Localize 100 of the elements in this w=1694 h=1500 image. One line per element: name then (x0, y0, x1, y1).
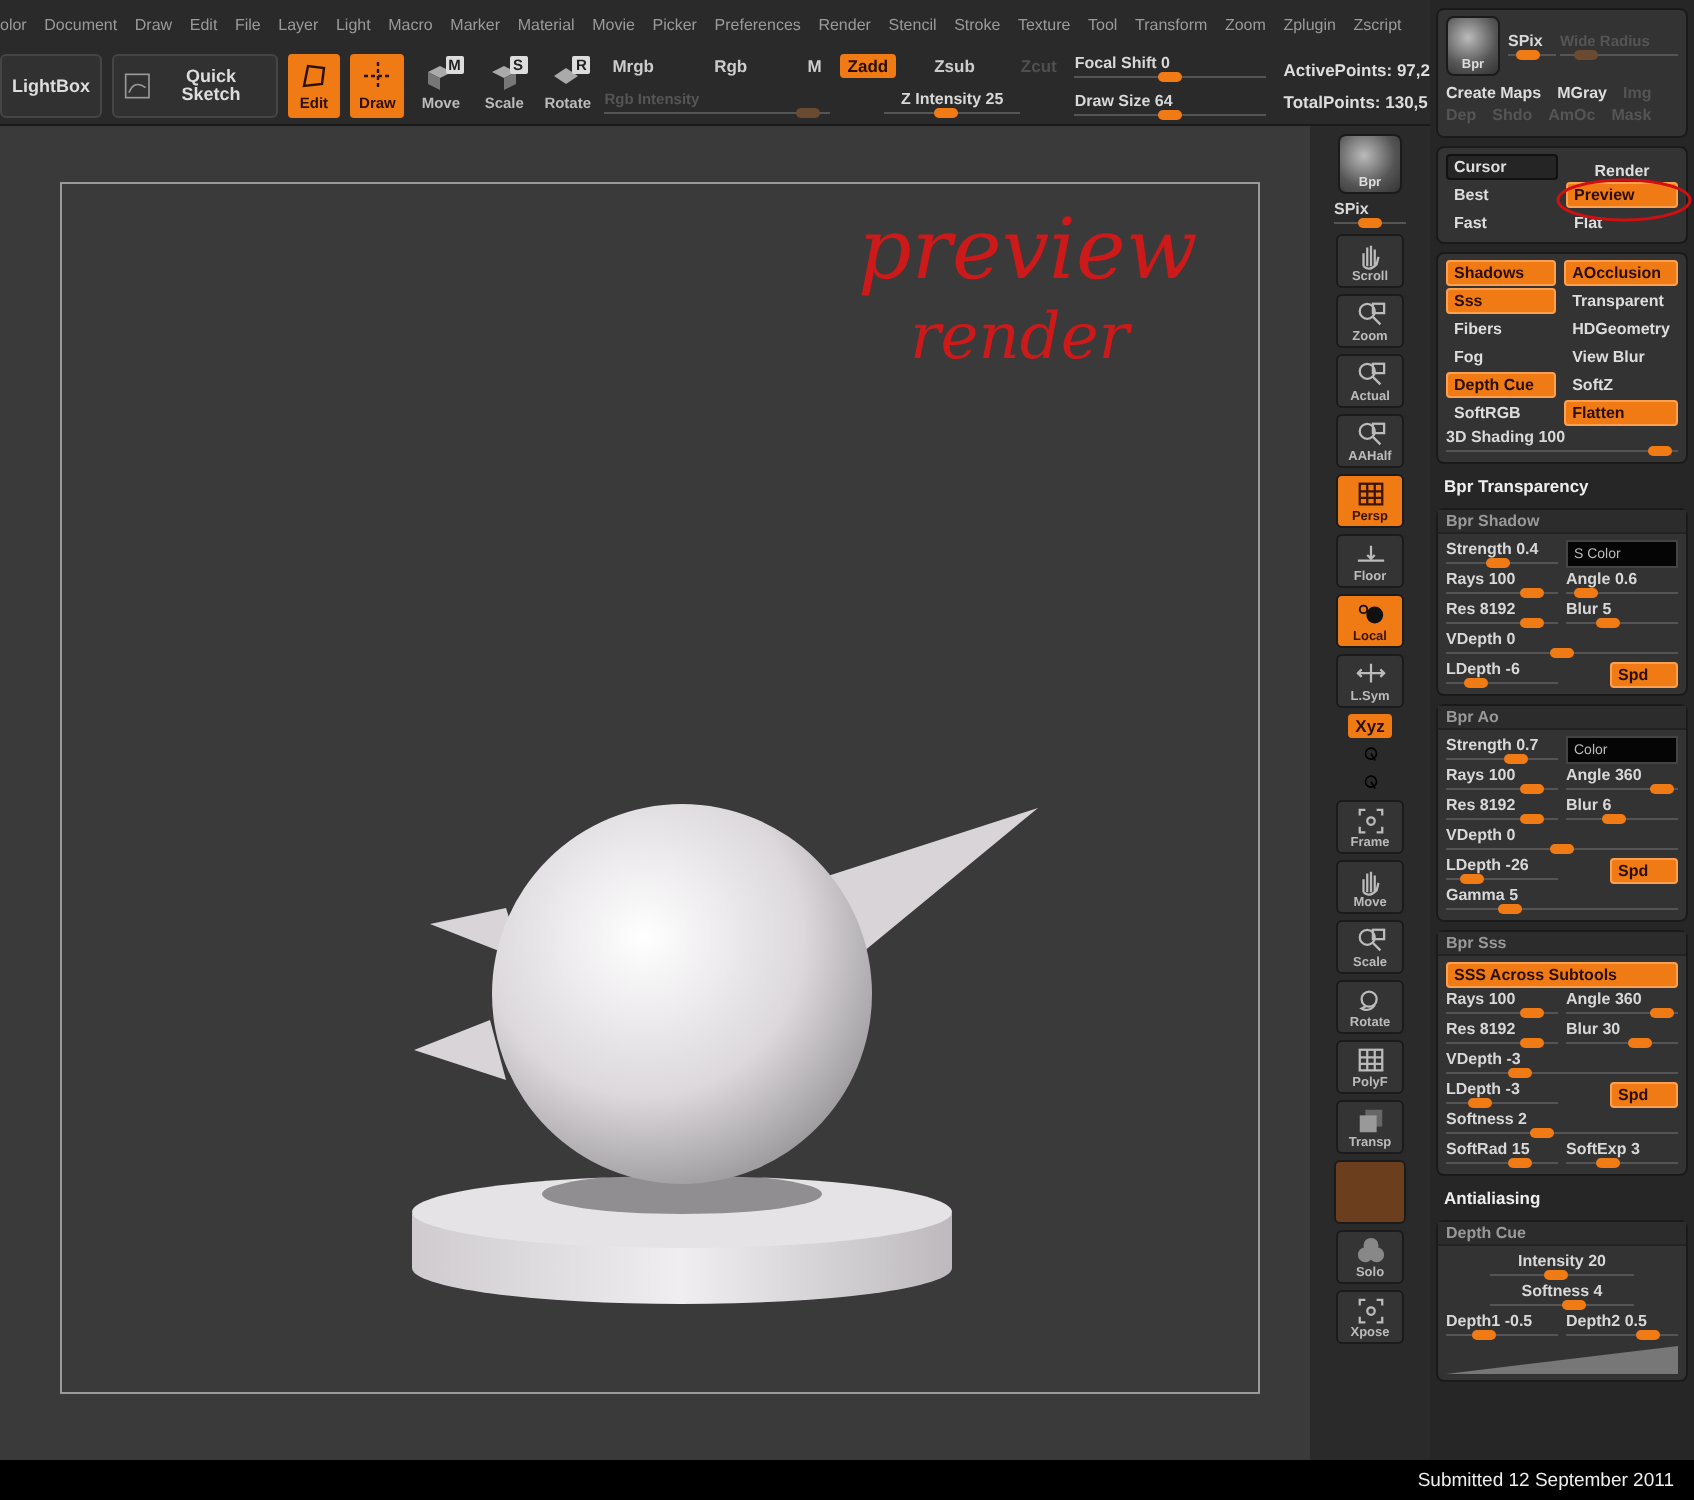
slider-track[interactable] (1566, 1008, 1678, 1018)
toggle-button[interactable]: Transparent (1564, 288, 1678, 314)
render-mode-button[interactable]: Flat (1566, 210, 1678, 236)
layers-icon (1355, 1106, 1385, 1136)
section-title[interactable]: Bpr Ao (1438, 706, 1686, 730)
quick-sketch-button[interactable]: Quick Sketch (112, 54, 278, 118)
slider-thumb[interactable] (1485, 558, 1510, 568)
menu-item[interactable]: Material (517, 15, 575, 33)
menu-item[interactable]: Layer (278, 15, 319, 33)
slider-thumb[interactable] (1520, 1038, 1545, 1048)
slider-thumb[interactable] (1520, 588, 1545, 598)
z-mode-button[interactable]: Zadd (839, 54, 897, 78)
menu-item[interactable]: Texture (1017, 15, 1071, 33)
slider-thumb[interactable] (1358, 218, 1382, 228)
active-points-readout: ActivePoints: 97,2 (1283, 60, 1431, 80)
slider-thumb[interactable] (1562, 1300, 1586, 1310)
section-title[interactable]: Bpr Sss (1438, 932, 1686, 956)
slider-thumb[interactable] (1574, 588, 1599, 598)
menu-item[interactable]: Light (335, 15, 371, 33)
slider-thumb[interactable] (934, 108, 959, 118)
slider-thumb[interactable] (1520, 618, 1545, 628)
cursor-button[interactable]: Cursor (1446, 154, 1558, 180)
slider-thumb[interactable] (1459, 874, 1484, 884)
slider-thumb[interactable] (1507, 1158, 1532, 1168)
section-title[interactable]: Depth Cue (1438, 1222, 1686, 1246)
toggle-button[interactable]: SSS Across Subtools (1446, 962, 1678, 988)
slider-thumb[interactable] (1503, 754, 1528, 764)
menu-item[interactable]: Document (44, 15, 118, 33)
render-mode-button[interactable]: Preview (1566, 182, 1678, 208)
bpr-option-button[interactable]: MGray (1557, 84, 1607, 102)
menu-item[interactable]: Marker (450, 15, 501, 33)
toggle-button[interactable]: HDGeometry (1564, 316, 1678, 342)
slider-thumb[interactable] (1649, 1008, 1674, 1018)
slider-thumb[interactable] (1472, 1330, 1497, 1340)
toggle-button[interactable]: Depth Cue (1446, 372, 1557, 398)
slider-track[interactable] (1446, 446, 1678, 456)
toggle-button[interactable]: Shadows (1446, 260, 1557, 286)
menu-item[interactable]: Preferences (714, 15, 801, 33)
menu-item[interactable]: Zoom (1224, 15, 1266, 33)
menu-item[interactable]: Macro (388, 15, 433, 33)
slider-thumb[interactable] (1649, 784, 1674, 794)
slider-thumb[interactable] (1463, 678, 1488, 688)
menu-item[interactable]: Draw (134, 15, 173, 33)
slider-track[interactable] (1566, 784, 1678, 794)
slider-thumb[interactable] (1508, 1068, 1533, 1078)
render-mode-button[interactable]: Fast (1446, 210, 1558, 236)
section-heading[interactable]: Bpr Transparency (1436, 472, 1688, 500)
menu-item[interactable]: Zscript (1353, 15, 1402, 33)
toggle-button[interactable]: Spd (1610, 662, 1678, 688)
material-swatch[interactable] (1334, 1160, 1406, 1224)
toggle-button[interactable]: Spd (1610, 1082, 1678, 1108)
toggle-button[interactable]: Flatten (1564, 400, 1678, 426)
menu-item[interactable]: olor (0, 15, 27, 33)
menu-item[interactable]: Zplugin (1283, 15, 1336, 33)
xyz-button[interactable]: Xyz (1347, 714, 1393, 738)
slider-thumb[interactable] (1596, 1158, 1621, 1168)
z-mode-button[interactable]: Zsub (926, 54, 983, 78)
slider-thumb[interactable] (1158, 71, 1183, 81)
color-mode-button[interactable]: M (799, 54, 830, 78)
slider-thumb[interactable] (1550, 844, 1574, 854)
slider-thumb[interactable] (1468, 1098, 1492, 1108)
color-mode-button[interactable]: Rgb (706, 54, 756, 78)
toggle-button[interactable]: SoftZ (1564, 372, 1678, 398)
bpr-option-button[interactable]: Create Maps (1446, 84, 1542, 102)
toggle-button[interactable]: SoftRGB (1446, 400, 1557, 426)
toggle-button[interactable]: View Blur (1564, 344, 1678, 370)
slider-thumb[interactable] (1520, 814, 1545, 824)
slider-thumb[interactable] (1636, 1330, 1661, 1340)
slider-thumb[interactable] (1498, 904, 1522, 914)
slider-thumb[interactable] (1601, 814, 1626, 824)
section-title[interactable]: Bpr Shadow (1438, 510, 1686, 534)
toggle-button[interactable]: Spd (1610, 858, 1678, 884)
menu-item[interactable]: Render (818, 15, 871, 33)
menu-item[interactable]: File (234, 15, 261, 33)
menu-item[interactable]: Transform (1135, 15, 1208, 33)
slider-thumb[interactable] (1529, 1128, 1554, 1138)
toggle-button[interactable]: Sss (1446, 288, 1557, 314)
menu-item[interactable]: Stencil (888, 15, 937, 33)
slider-thumb[interactable] (1550, 648, 1574, 658)
toggle-button[interactable]: Fibers (1446, 316, 1557, 342)
menu-item[interactable]: Movie (592, 15, 635, 33)
section-heading[interactable]: Antialiasing (1436, 1184, 1688, 1212)
slider-thumb[interactable] (1543, 1270, 1568, 1280)
menu-item[interactable]: Stroke (954, 15, 1001, 33)
menu-item[interactable]: Edit (189, 15, 218, 33)
toggle-button[interactable]: AOcclusion (1564, 260, 1678, 286)
menu-item[interactable]: Tool (1088, 15, 1118, 33)
render-mode-button[interactable]: Best (1446, 182, 1558, 208)
render-button[interactable]: Render (1566, 162, 1678, 180)
slider-thumb[interactable] (1520, 784, 1545, 794)
slider-thumb[interactable] (1647, 446, 1672, 456)
toggle-button[interactable]: Fog (1446, 344, 1557, 370)
slider-thumb[interactable] (1515, 50, 1540, 60)
menu-item[interactable]: Picker (652, 15, 697, 33)
slider-thumb[interactable] (1158, 109, 1183, 119)
slider-thumb[interactable] (1627, 1038, 1652, 1048)
color-mode-button[interactable]: Mrgb (604, 54, 662, 78)
slider-thumb[interactable] (1596, 618, 1621, 628)
slider-thumb[interactable] (1520, 1008, 1545, 1018)
lightbox-button[interactable]: LightBox (0, 54, 102, 118)
